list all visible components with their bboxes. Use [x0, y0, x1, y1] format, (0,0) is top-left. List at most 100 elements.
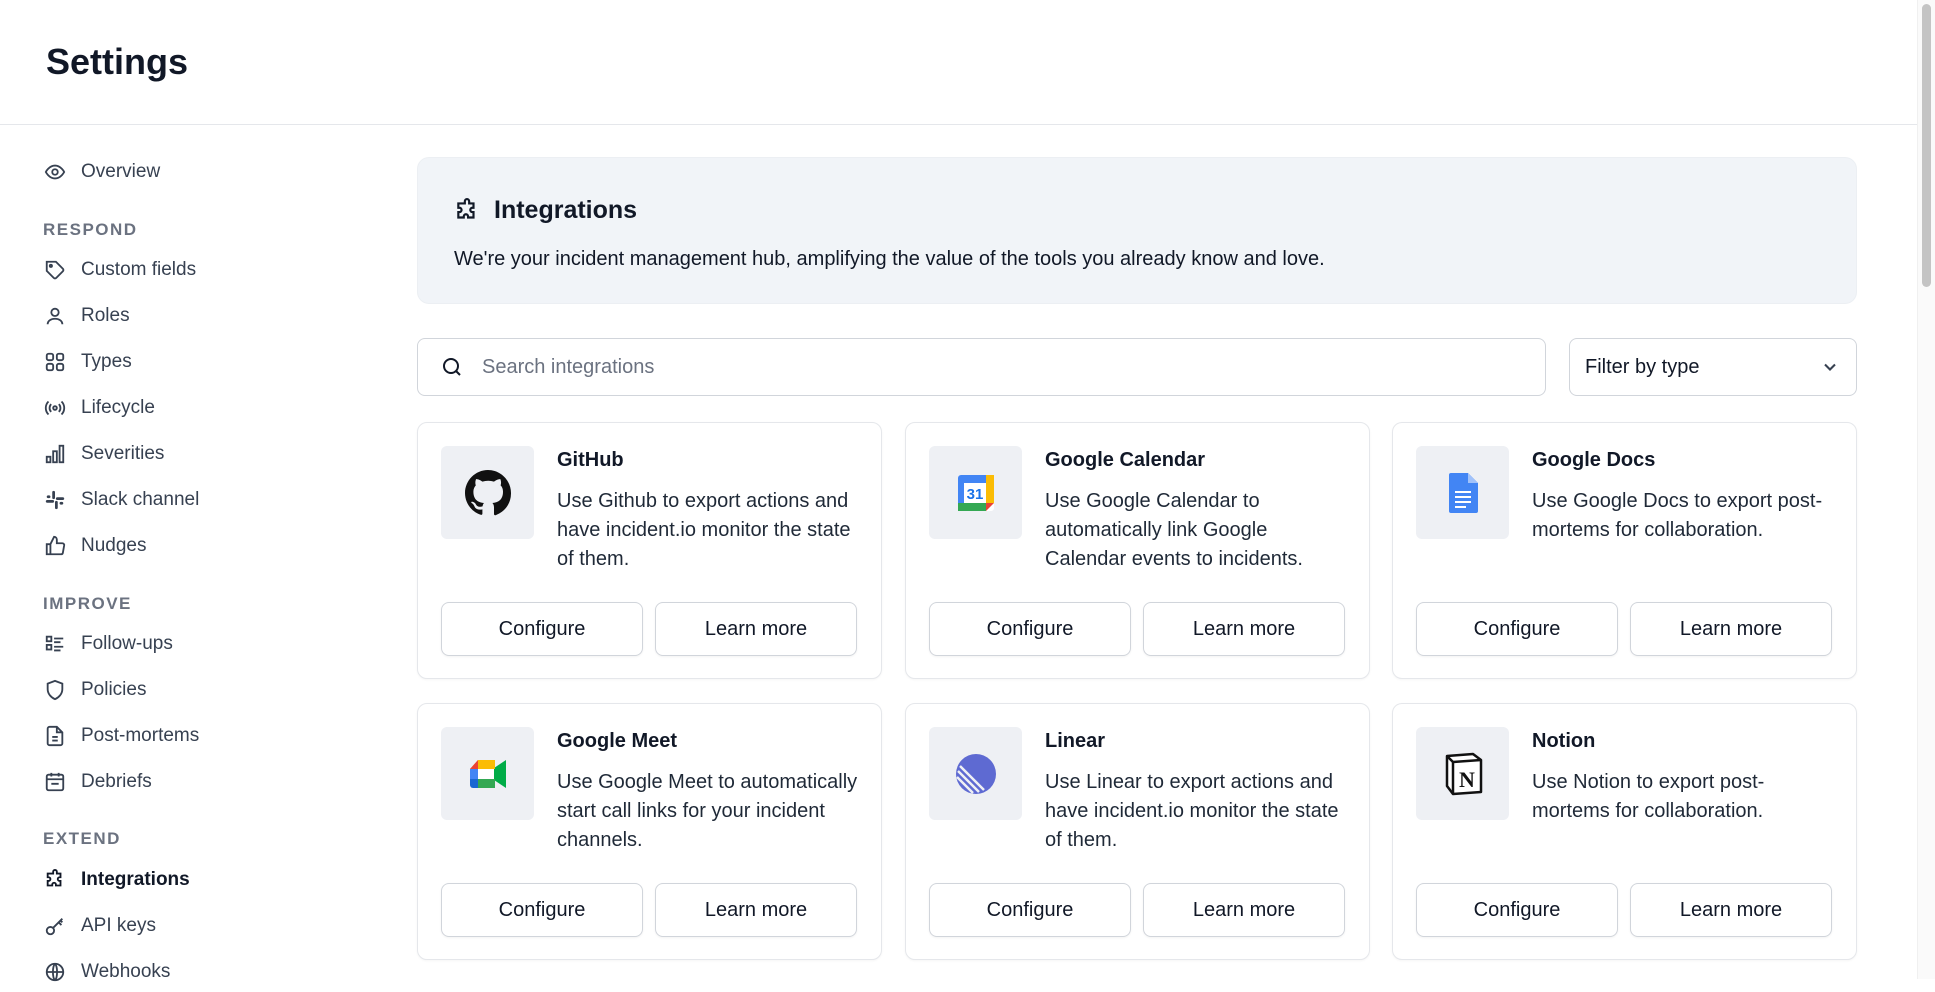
hero-title-text: Integrations — [494, 196, 638, 224]
sidebar-item-post-mortems[interactable]: Post-mortems — [43, 716, 343, 756]
section-label-improve: IMPROVE — [43, 594, 132, 613]
chevron-down-icon — [1820, 357, 1840, 377]
learn-more-button[interactable]: Learn more — [1630, 883, 1832, 937]
sidebar-item-label: Policies — [81, 679, 147, 700]
linear-icon — [929, 727, 1022, 820]
google-docs-icon — [1416, 446, 1509, 539]
integration-description: Use Notion to export post-mortems for co… — [1532, 771, 1765, 822]
sidebar-item-label: Debriefs — [81, 771, 152, 792]
sidebar-item-label: Integrations — [81, 869, 190, 890]
eye-icon — [43, 160, 67, 184]
sidebar-item-label: Custom fields — [81, 259, 197, 280]
sidebar-item-api-keys[interactable]: API keys — [43, 906, 343, 946]
sidebar-item-label: Lifecycle — [81, 397, 155, 418]
sidebar-item-integrations[interactable]: Integrations — [43, 860, 343, 900]
sidebar-item-overview[interactable]: Overview — [43, 152, 343, 192]
document-icon — [43, 724, 67, 748]
notion-icon: N — [1416, 727, 1509, 820]
broadcast-icon — [43, 396, 67, 420]
integration-description: Use Google Calendar to automatically lin… — [1045, 490, 1303, 570]
page-title: Settings — [46, 41, 189, 82]
user-icon — [43, 304, 67, 328]
integration-card-google-meet: Google Meet Use Google Meet to automatic… — [417, 703, 882, 960]
configure-button[interactable]: Configure — [929, 602, 1131, 656]
sidebar-item-nudges[interactable]: Nudges — [43, 526, 343, 566]
sidebar-item-lifecycle[interactable]: Lifecycle — [43, 388, 343, 428]
checklist-icon — [43, 632, 67, 656]
integration-card-google-docs: Google Docs Use Google Docs to export po… — [1392, 422, 1857, 679]
scrollbar[interactable] — [1917, 0, 1935, 979]
configure-button[interactable]: Configure — [929, 883, 1131, 937]
thumbs-up-icon — [43, 534, 67, 558]
tag-icon — [43, 258, 67, 282]
filter-label: Filter by type — [1585, 355, 1700, 378]
integration-name: Notion — [1532, 730, 1596, 752]
sidebar-item-debriefs[interactable]: Debriefs — [43, 762, 343, 802]
learn-more-button[interactable]: Learn more — [655, 602, 857, 656]
scrollbar-thumb[interactable] — [1922, 4, 1931, 287]
integration-card-github: GitHub Use Github to export actions and … — [417, 422, 882, 679]
puzzle-icon — [43, 868, 67, 892]
sidebar-item-webhooks[interactable]: Webhooks — [43, 952, 343, 992]
integration-description: Use Github to export actions and have in… — [557, 490, 851, 570]
search-icon — [440, 355, 464, 379]
sidebar-item-label: Slack channel — [81, 489, 200, 510]
sidebar-item-slack-channel[interactable]: Slack channel — [43, 480, 343, 520]
integration-card-linear: Linear Use Linear to export actions and … — [905, 703, 1370, 960]
sidebar-item-label: Overview — [81, 161, 161, 182]
sidebar-item-label: Post-mortems — [81, 725, 200, 746]
sidebar-item-types[interactable]: Types — [43, 342, 343, 382]
integration-description: Use Google Docs to export post-mortems f… — [1532, 490, 1823, 541]
sidebar-item-custom-fields[interactable]: Custom fields — [43, 250, 343, 290]
section-label-respond: RESPOND — [43, 220, 138, 239]
configure-button[interactable]: Configure — [441, 883, 643, 937]
globe-icon — [43, 960, 67, 984]
learn-more-button[interactable]: Learn more — [655, 883, 857, 937]
configure-button[interactable]: Configure — [1416, 602, 1618, 656]
learn-more-button[interactable]: Learn more — [1630, 602, 1832, 656]
sidebar-item-label: Webhooks — [81, 961, 171, 982]
google-calendar-icon: 31 — [929, 446, 1022, 539]
integration-name: Linear — [1045, 730, 1106, 752]
search-input[interactable] — [480, 354, 1524, 380]
grid-icon — [43, 350, 67, 374]
learn-more-button[interactable]: Learn more — [1143, 883, 1345, 937]
sidebar-item-label: Nudges — [81, 535, 147, 556]
sidebar-item-severities[interactable]: Severities — [43, 434, 343, 474]
notion-logo-letter: N — [1459, 767, 1475, 792]
integration-name: Google Calendar — [1045, 449, 1206, 471]
slack-icon — [43, 488, 67, 512]
key-icon — [43, 914, 67, 938]
sidebar-item-follow-ups[interactable]: Follow-ups — [43, 624, 343, 664]
search-box[interactable] — [417, 338, 1546, 396]
hero-title: Integrations — [454, 196, 637, 225]
hero-description: We're your incident management hub, ampl… — [454, 248, 1325, 270]
integration-card-google-calendar: 31 Google Calendar Use Google Calendar t… — [905, 422, 1370, 679]
integration-description: Use Linear to export actions and have in… — [1045, 771, 1339, 851]
sidebar-item-policies[interactable]: Policies — [43, 670, 343, 710]
integration-name: GitHub — [557, 449, 624, 471]
filter-by-type-select[interactable]: Filter by type — [1569, 338, 1857, 396]
sidebar-item-label: API keys — [81, 915, 156, 936]
sidebar-item-label: Types — [81, 351, 132, 372]
configure-button[interactable]: Configure — [441, 602, 643, 656]
sidebar-item-label: Severities — [81, 443, 165, 464]
integrations-hero: Integrations We're your incident managem… — [417, 157, 1857, 304]
configure-button[interactable]: Configure — [1416, 883, 1618, 937]
integration-name: Google Docs — [1532, 449, 1656, 471]
integration-description: Use Google Meet to automatically start c… — [557, 771, 858, 851]
integration-name: Google Meet — [557, 730, 678, 752]
sidebar-item-roles[interactable]: Roles — [43, 296, 343, 336]
integration-card-notion: N Notion Use Notion to export post-morte… — [1392, 703, 1857, 960]
section-label-extend: EXTEND — [43, 829, 121, 848]
sidebar-item-label: Roles — [81, 305, 130, 326]
github-icon — [441, 446, 534, 539]
page-header: Settings — [0, 0, 1918, 125]
bar-chart-icon — [43, 442, 67, 466]
calendar-icon — [43, 770, 67, 794]
calendar-date-badge: 31 — [966, 486, 983, 503]
puzzle-icon — [454, 197, 480, 224]
sidebar-item-label: Follow-ups — [81, 633, 173, 654]
google-meet-icon — [441, 727, 534, 820]
learn-more-button[interactable]: Learn more — [1143, 602, 1345, 656]
